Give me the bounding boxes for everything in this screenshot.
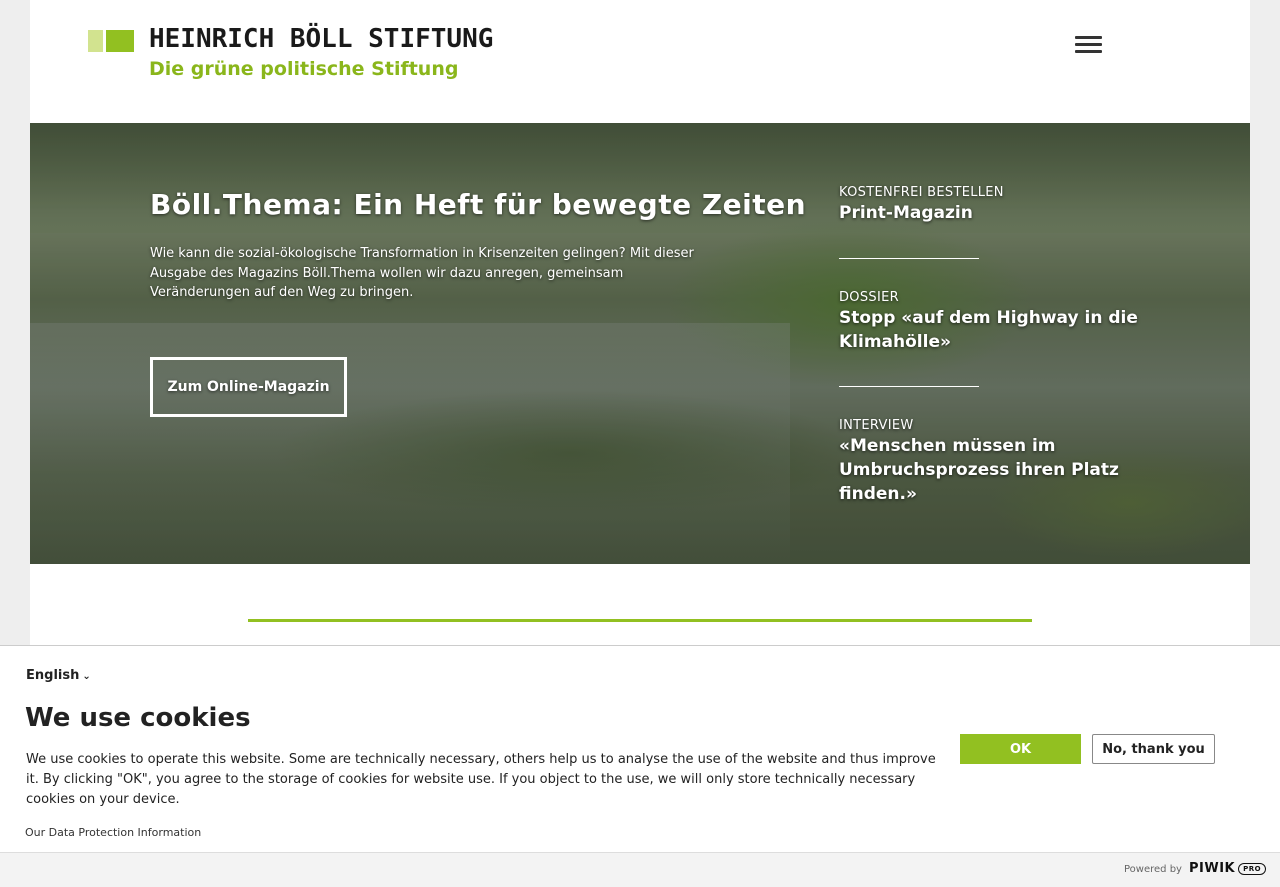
teaser-kicker: KOSTENFREI BESTELLEN bbox=[839, 185, 1004, 200]
site-header: HEINRICH BÖLL STIFTUNG Die grüne politis… bbox=[30, 0, 1250, 123]
powered-by-bar: Powered by PIWIK PRO bbox=[0, 852, 1280, 887]
reject-cookies-button[interactable]: No, thank you bbox=[1092, 734, 1215, 764]
section-divider bbox=[248, 619, 1032, 622]
chevron-down-icon: ⌄ bbox=[82, 671, 91, 682]
teaser-dossier[interactable]: DOSSIER Stopp «auf dem Highway in die Kl… bbox=[839, 290, 1159, 354]
piwik-pro-logo[interactable]: PIWIK PRO bbox=[1189, 861, 1267, 876]
logo-name: HEINRICH BÖLL STIFTUNG bbox=[149, 24, 494, 54]
hero-title[interactable]: Böll.Thema: Ein Heft für bewegte Zeiten bbox=[150, 188, 806, 221]
menu-bar bbox=[1075, 36, 1102, 39]
teaser-divider bbox=[839, 258, 979, 259]
accept-cookies-button[interactable]: OK bbox=[960, 734, 1081, 764]
cookie-text: We use cookies to operate this website. … bbox=[26, 752, 936, 807]
teaser-title[interactable]: Stopp «auf dem Highway in die Klimahölle… bbox=[839, 306, 1159, 354]
teaser-kicker: INTERVIEW bbox=[839, 418, 914, 433]
logo-square-light bbox=[88, 30, 103, 52]
language-select[interactable]: English ⌄ bbox=[26, 668, 91, 683]
online-magazine-button[interactable]: Zum Online-Magazin bbox=[150, 357, 347, 417]
logo-tagline: Die grüne politische Stiftung bbox=[149, 58, 459, 80]
hamburger-menu-icon[interactable] bbox=[1075, 36, 1102, 54]
teaser-interview[interactable]: INTERVIEW «Menschen müssen im Umbruchspr… bbox=[839, 418, 1159, 506]
hero-banner: Böll.Thema: Ein Heft für bewegte Zeiten … bbox=[30, 123, 1250, 564]
piwik-brand: PIWIK bbox=[1189, 861, 1236, 876]
cookie-title: We use cookies bbox=[25, 703, 251, 733]
language-label: English bbox=[26, 668, 80, 683]
teaser-title[interactable]: «Menschen müssen im Umbruchsprozess ihre… bbox=[839, 434, 1159, 506]
privacy-link[interactable]: Our Data Protection Information bbox=[25, 826, 201, 839]
teaser-print-magazine[interactable]: KOSTENFREI BESTELLEN Print-Magazin bbox=[839, 185, 1004, 225]
logo-square-dark bbox=[106, 30, 134, 52]
powered-by-label: Powered by bbox=[1124, 864, 1182, 875]
hero-description: Wie kann die sozial-ökologische Transfor… bbox=[150, 246, 694, 300]
teaser-title[interactable]: Print-Magazin bbox=[839, 201, 1004, 225]
cookie-banner: English ⌄ We use cookies We use cookies t… bbox=[0, 645, 1280, 852]
teaser-divider bbox=[839, 386, 979, 387]
site-logo[interactable]: HEINRICH BÖLL STIFTUNG Die grüne politis… bbox=[88, 24, 493, 84]
teaser-kicker: DOSSIER bbox=[839, 290, 899, 305]
menu-bar bbox=[1075, 50, 1102, 53]
menu-bar bbox=[1075, 43, 1102, 46]
pro-badge: PRO bbox=[1238, 862, 1267, 875]
